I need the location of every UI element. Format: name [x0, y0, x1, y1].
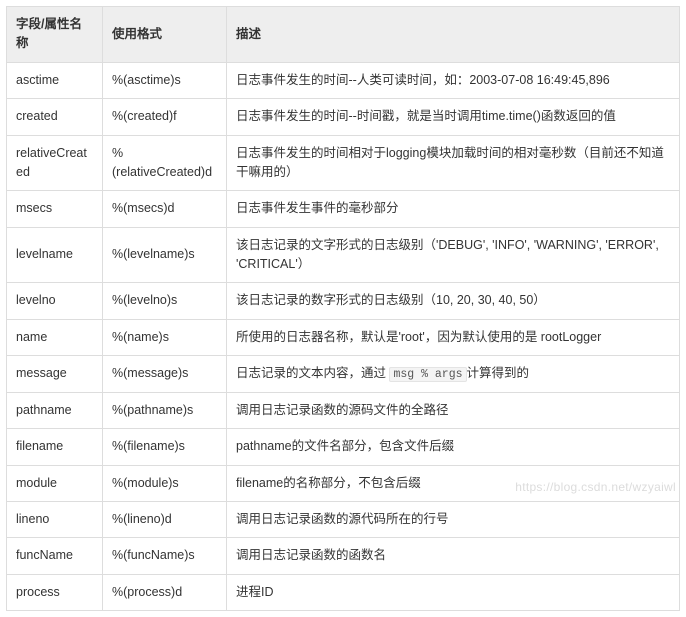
cell-desc: 日志事件发生的时间--人类可读时间，如：2003-07-08 16:49:45,…: [227, 62, 680, 98]
cell-format: %(asctime)s: [103, 62, 227, 98]
logging-attrs-table: 字段/属性名称 使用格式 描述 asctime%(asctime)s日志事件发生…: [6, 6, 680, 611]
table-row: name%(name)s所使用的日志器名称，默认是'root'，因为默认使用的是…: [7, 319, 680, 355]
cell-desc: 日志事件发生的时间相对于logging模块加载时间的相对毫秒数（目前还不知道干嘛…: [227, 135, 680, 191]
col-field: 字段/属性名称: [7, 7, 103, 63]
cell-desc: pathname的文件名部分，包含文件后缀: [227, 429, 680, 465]
table-row: module%(module)sfilename的名称部分，不包含后缀: [7, 465, 680, 501]
cell-field: pathname: [7, 392, 103, 428]
cell-desc: 调用日志记录函数的源代码所在的行号: [227, 502, 680, 538]
cell-desc: 调用日志记录函数的函数名: [227, 538, 680, 574]
cell-desc: 所使用的日志器名称，默认是'root'，因为默认使用的是 rootLogger: [227, 319, 680, 355]
table-row: created%(created)f日志事件发生的时间--时间戳，就是当时调用t…: [7, 99, 680, 135]
table-row: pathname%(pathname)s调用日志记录函数的源码文件的全路径: [7, 392, 680, 428]
cell-format: %(module)s: [103, 465, 227, 501]
table-row: process%(process)d进程ID: [7, 574, 680, 610]
cell-desc: 该日志记录的文字形式的日志级别（'DEBUG', 'INFO', 'WARNIN…: [227, 227, 680, 283]
cell-desc: 日志事件发生事件的毫秒部分: [227, 191, 680, 227]
col-desc: 描述: [227, 7, 680, 63]
cell-field: relativeCreated: [7, 135, 103, 191]
cell-field: name: [7, 319, 103, 355]
table-row: message%(message)s日志记录的文本内容，通过 msg % arg…: [7, 356, 680, 393]
cell-format: %(relativeCreated)d: [103, 135, 227, 191]
cell-format: %(filename)s: [103, 429, 227, 465]
cell-field: levelno: [7, 283, 103, 319]
cell-format: %(msecs)d: [103, 191, 227, 227]
cell-format: %(process)d: [103, 574, 227, 610]
cell-field: created: [7, 99, 103, 135]
cell-desc: 进程ID: [227, 574, 680, 610]
cell-desc: filename的名称部分，不包含后缀: [227, 465, 680, 501]
inline-code: msg % args: [389, 367, 466, 382]
cell-format: %(levelname)s: [103, 227, 227, 283]
table-row: levelname%(levelname)s该日志记录的文字形式的日志级别（'D…: [7, 227, 680, 283]
cell-desc: 日志记录的文本内容，通过 msg % args计算得到的: [227, 356, 680, 393]
cell-format: %(created)f: [103, 99, 227, 135]
cell-field: module: [7, 465, 103, 501]
table-row: filename%(filename)spathname的文件名部分，包含文件后…: [7, 429, 680, 465]
table-row: levelno%(levelno)s该日志记录的数字形式的日志级别（10, 20…: [7, 283, 680, 319]
table-row: msecs%(msecs)d日志事件发生事件的毫秒部分: [7, 191, 680, 227]
table-row: relativeCreated%(relativeCreated)d日志事件发生…: [7, 135, 680, 191]
cell-format: %(name)s: [103, 319, 227, 355]
cell-field: msecs: [7, 191, 103, 227]
cell-desc: 该日志记录的数字形式的日志级别（10, 20, 30, 40, 50）: [227, 283, 680, 319]
cell-format: %(message)s: [103, 356, 227, 393]
table-header-row: 字段/属性名称 使用格式 描述: [7, 7, 680, 63]
cell-field: asctime: [7, 62, 103, 98]
cell-format: %(funcName)s: [103, 538, 227, 574]
cell-desc: 调用日志记录函数的源码文件的全路径: [227, 392, 680, 428]
table-row: asctime%(asctime)s日志事件发生的时间--人类可读时间，如：20…: [7, 62, 680, 98]
table-row: funcName%(funcName)s调用日志记录函数的函数名: [7, 538, 680, 574]
cell-field: process: [7, 574, 103, 610]
cell-format: %(pathname)s: [103, 392, 227, 428]
cell-format: %(levelno)s: [103, 283, 227, 319]
cell-field: lineno: [7, 502, 103, 538]
cell-field: filename: [7, 429, 103, 465]
cell-desc: 日志事件发生的时间--时间戳，就是当时调用time.time()函数返回的值: [227, 99, 680, 135]
col-format: 使用格式: [103, 7, 227, 63]
cell-field: levelname: [7, 227, 103, 283]
cell-field: message: [7, 356, 103, 393]
table-row: lineno%(lineno)d调用日志记录函数的源代码所在的行号: [7, 502, 680, 538]
cell-field: funcName: [7, 538, 103, 574]
cell-format: %(lineno)d: [103, 502, 227, 538]
